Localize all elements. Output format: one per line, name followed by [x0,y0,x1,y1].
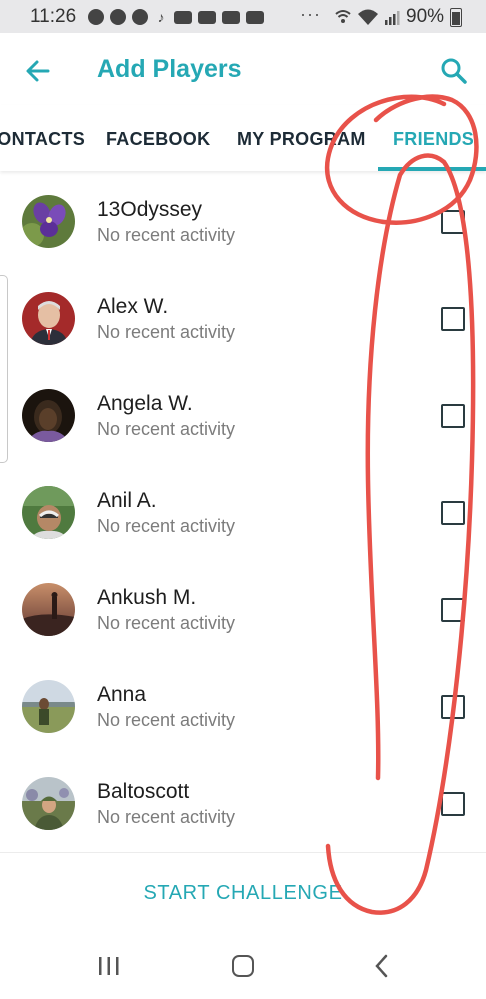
avatar [22,486,75,539]
list-item[interactable]: Ankush M. No recent activity [0,559,486,656]
select-checkbox[interactable] [441,210,465,234]
home-button[interactable] [232,955,254,977]
friend-activity: No recent activity [97,225,236,245]
avatar [22,389,75,442]
footer-divider [0,852,486,853]
battery-icon [450,7,463,27]
notification-icons: ♪ [88,9,264,25]
select-checkbox[interactable] [441,695,465,719]
youtube-notification-icon [198,10,216,24]
facebook-notification-icon [88,9,104,25]
facebook-notification-icon [132,9,148,25]
friend-name: Anil A. [97,489,157,512]
tab-friends[interactable]: FRIENDS [393,129,474,150]
system-nav-bar [0,933,486,999]
list-item[interactable]: 13Odyssey No recent activity [0,171,486,268]
list-item[interactable]: Alex W. No recent activity [0,268,486,365]
status-bar: 11:26 ♪ ··· 90% [0,0,486,33]
back-button[interactable] [22,55,54,87]
friend-activity: No recent activity [97,807,236,827]
list-item[interactable]: Anna No recent activity [0,656,486,753]
youtube-notification-icon [222,10,240,24]
friend-name: Anna [97,683,147,706]
page-title: Add Players [97,55,242,83]
tab-my-program[interactable]: MY PROGRAM [237,129,366,150]
select-checkbox[interactable] [441,404,465,428]
battery-percent: 90% [406,6,445,27]
system-back-button[interactable] [372,953,390,979]
friend-name: Alex W. [97,295,169,318]
avatar [22,195,75,248]
select-checkbox[interactable] [441,501,465,525]
chevron-left-icon [375,954,388,978]
wifi-call-icon [335,10,351,23]
search-button[interactable] [438,55,470,87]
select-checkbox[interactable] [441,598,465,622]
more-notifications-icon: ··· [300,4,321,24]
list-item[interactable]: Baltoscott No recent activity [0,753,486,850]
tab-contacts[interactable]: CONTACTS [0,129,85,150]
edge-panel-handle[interactable] [0,275,8,463]
tab-bar: CONTACTS FACEBOOK MY PROGRAM FRIENDS [0,105,486,171]
list-item[interactable]: Anil A. No recent activity [0,462,486,559]
friend-activity: No recent activity [97,516,236,536]
avatar [22,292,75,345]
status-time: 11:26 [30,6,77,27]
friend-name: Ankush M. [97,586,197,609]
tiktok-notification-icon: ♪ [157,8,165,25]
start-challenge-button[interactable]: START CHALLENGE [0,866,486,920]
status-right: 90% [334,6,463,28]
recent-apps-button[interactable] [97,955,121,977]
app-header: Add Players [0,33,486,105]
youtube-notification-icon [246,10,264,24]
search-icon [441,58,467,84]
arrow-left-icon [26,60,50,82]
facebook-notification-icon [110,9,126,25]
friend-activity: No recent activity [97,322,236,342]
friend-name: Baltoscott [97,780,190,803]
friend-activity: No recent activity [97,613,236,633]
wifi-icon [358,9,378,25]
tab-facebook[interactable]: FACEBOOK [106,129,210,150]
select-checkbox[interactable] [441,307,465,331]
friend-activity: No recent activity [97,419,236,439]
friend-activity: No recent activity [97,710,236,730]
signal-icon [385,11,400,25]
avatar [22,583,75,636]
select-checkbox[interactable] [441,792,465,816]
avatar [22,680,75,733]
friend-name: Angela W. [97,392,193,415]
avatar [22,777,75,830]
friend-name: 13Odyssey [97,198,203,221]
active-tab-indicator [378,167,486,171]
list-item[interactable]: Angela W. No recent activity [0,365,486,462]
recent-apps-icon [99,957,119,975]
youtube-notification-icon [174,10,192,24]
